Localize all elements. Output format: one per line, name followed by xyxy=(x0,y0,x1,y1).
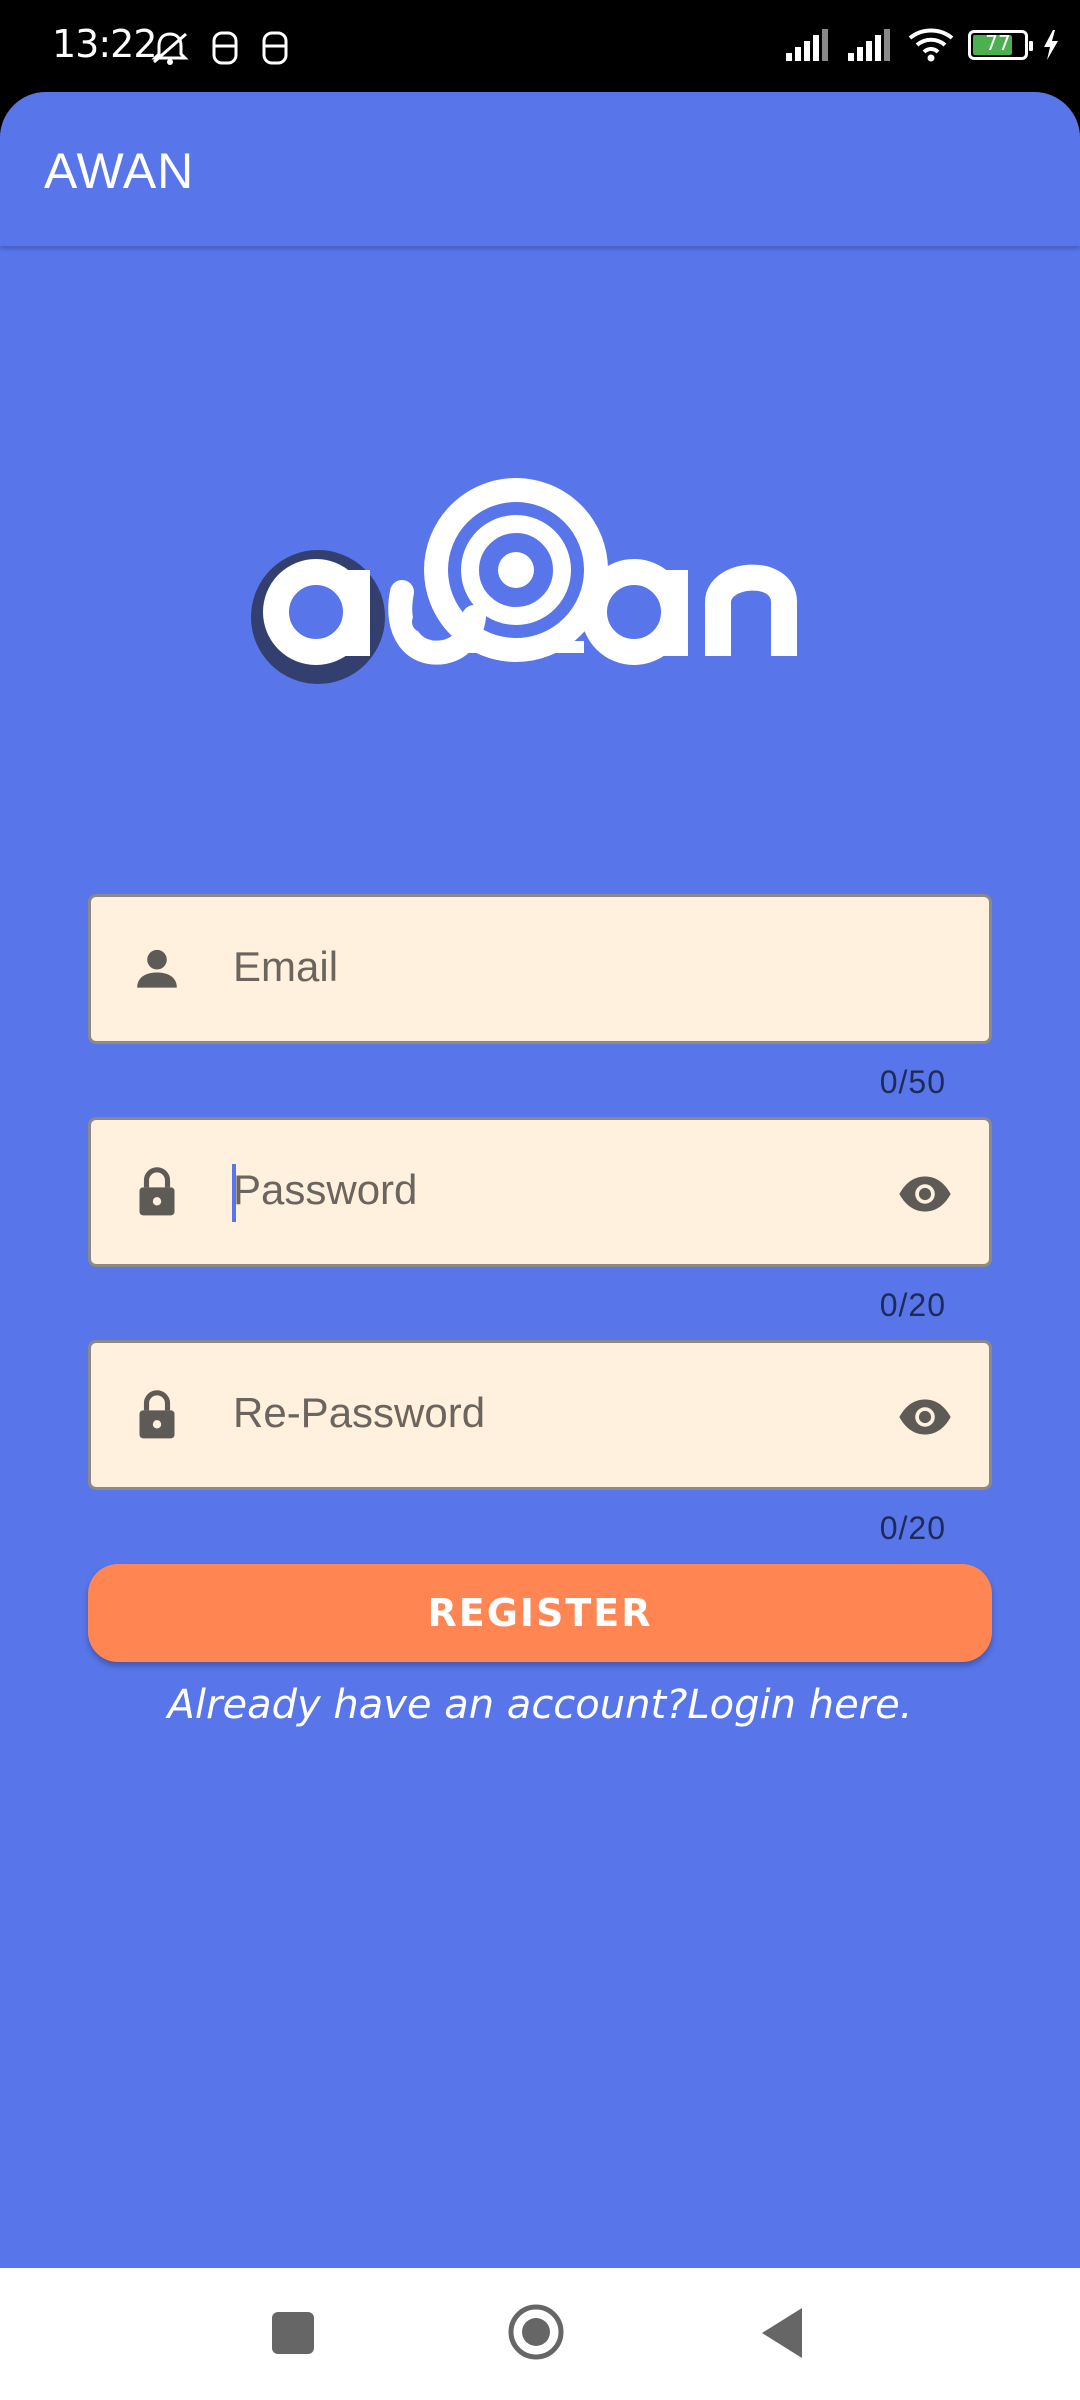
signal-icon xyxy=(848,29,890,61)
eye-icon[interactable] xyxy=(893,1389,957,1445)
login-link[interactable]: Already have an account?Login here. xyxy=(0,1682,1080,1728)
eye-icon[interactable] xyxy=(893,1166,957,1222)
alarm-muted-icon xyxy=(151,32,189,65)
navigation-bar xyxy=(0,2268,1080,2400)
signal-icon xyxy=(786,29,828,61)
home-icon[interactable] xyxy=(506,2302,566,2362)
email-placeholder: Email xyxy=(233,943,339,990)
password-field[interactable]: Password xyxy=(88,1117,992,1267)
battery-level: 77 xyxy=(985,31,1011,55)
app-bar: AWAN xyxy=(0,92,1080,246)
awan-logo xyxy=(251,478,797,684)
back-icon[interactable] xyxy=(756,2304,806,2362)
status-right-icons: 77 xyxy=(784,28,1060,62)
recents-icon[interactable] xyxy=(272,2312,314,2354)
notification-icon xyxy=(212,31,238,65)
email-counter: 0/50 xyxy=(879,1064,946,1100)
email-field[interactable]: Email xyxy=(88,894,992,1044)
re-password-field[interactable]: Re-Password xyxy=(88,1340,992,1490)
register-button[interactable]: REGISTER xyxy=(88,1564,992,1662)
re-password-placeholder: Re-Password xyxy=(233,1389,486,1436)
wifi-icon xyxy=(908,28,954,62)
status-time: 13:22 xyxy=(52,22,158,66)
battery-icon: 77 xyxy=(968,30,1033,60)
re-password-counter: 0/20 xyxy=(879,1510,946,1546)
status-bar: 13:22 77 xyxy=(0,0,1080,92)
lock-icon xyxy=(139,1167,175,1216)
person-icon xyxy=(137,949,177,988)
notification-icon xyxy=(262,31,288,65)
charging-icon xyxy=(1044,30,1058,60)
app-screen: AWAN Email 0/50 Password 0/20 Re-Passwor… xyxy=(0,92,1080,2268)
lock-icon xyxy=(139,1390,175,1439)
password-placeholder: Password xyxy=(233,1166,418,1213)
app-title: AWAN xyxy=(44,143,195,199)
status-left-icons xyxy=(150,30,290,66)
password-counter: 0/20 xyxy=(879,1287,946,1323)
battery-cap xyxy=(1029,41,1033,51)
